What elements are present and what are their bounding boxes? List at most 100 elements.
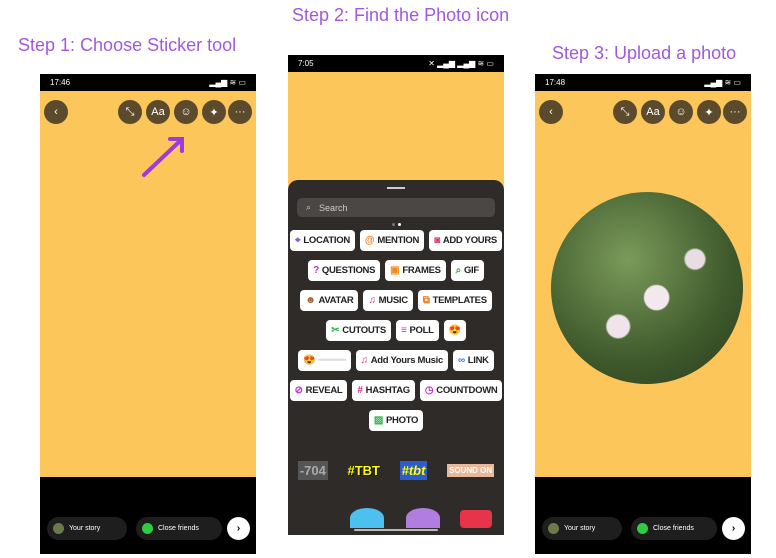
sticker-cutouts[interactable]: ✂ CUTOUTS (326, 320, 391, 341)
story-canvas[interactable]: ‹ ⤡ Aa ☺ ✦ ··· (535, 91, 751, 477)
home-indicator (354, 529, 438, 531)
templates-icon: ⧉ (422, 295, 430, 306)
sticker-photo[interactable]: ▨ PHOTO (368, 410, 424, 431)
sticker-label: HASHTAG (365, 385, 410, 396)
resize-button[interactable]: ⤡ (118, 100, 142, 124)
resize-button[interactable]: ⤡ (613, 100, 637, 124)
back-button[interactable]: ‹ (539, 100, 563, 124)
mention-icon: @ (364, 235, 375, 246)
status-icons: ▂▄▆ ≋ ▭ (209, 78, 246, 87)
sticker-countdown[interactable]: ◷ COUNTDOWN (419, 380, 503, 401)
your-story-label: Your story (564, 525, 596, 532)
countdown-icon: ◷ (424, 385, 434, 396)
status-time: 17:46 (50, 78, 71, 87)
sticker-label: QUESTIONS (321, 265, 376, 276)
star-icon (142, 523, 153, 534)
like-sticker[interactable] (460, 510, 492, 528)
sticker-row: 😍 ━━━━━ ♫ Add Yours Music ∞ LINK (296, 350, 496, 371)
step-2-caption: Step 2: Find the Photo icon (292, 5, 510, 25)
next-button[interactable]: › (227, 517, 250, 540)
text-button[interactable]: Aa (146, 100, 170, 124)
drag-handle[interactable] (387, 187, 405, 189)
sticker-reveal[interactable]: ⊘ REVEAL (289, 380, 348, 401)
heart-sticker[interactable] (350, 508, 384, 528)
sticker-label: ━━━━━ (318, 355, 346, 366)
more-button[interactable]: ··· (228, 100, 252, 124)
sticker-templates[interactable]: ⧉ TEMPLATES (417, 290, 492, 311)
sticker-questions[interactable]: ? QUESTIONS (308, 260, 381, 281)
sticker-location[interactable]: ⌖ LOCATION (290, 230, 355, 251)
sticker-label: FRAMES (402, 265, 441, 276)
sticker--[interactable]: 😍 ━━━━━ (298, 350, 351, 371)
story-avatar-icon (53, 523, 64, 534)
gallery-sticker[interactable]: -704 (297, 460, 328, 480)
close-friends-label: Close friends (158, 525, 199, 532)
sticker-button[interactable]: ☺ (174, 100, 198, 124)
--icon: 😍 (303, 355, 316, 366)
phone-screen-step-3: 17:48 ▂▄▆ ≋ ▭ ‹ ⤡ Aa ☺ ✦ ··· Your story C… (535, 74, 751, 554)
status-time: 17:48 (545, 78, 566, 87)
sticker-row: ▨ PHOTO (296, 410, 496, 431)
arrow-pointer-icon (142, 137, 184, 177)
back-button[interactable]: ‹ (44, 100, 68, 124)
effects-button[interactable]: ✦ (202, 100, 226, 124)
sticker-mention[interactable]: @ MENTION (359, 230, 425, 251)
phone-screen-step-1: 17:46 ▂▄▆ ≋ ▭ ‹ ⤡ Aa ☺ ✦ ··· Your story C… (40, 74, 256, 554)
more-button[interactable]: ··· (723, 100, 747, 124)
status-time: 7:05 (298, 59, 314, 68)
phone-screen-step-2: 7:05 ✕ ▂▄▆ ▂▄▆ ≋ ▭ ⌕ Search ⌖ LOCATION @ MENT… (288, 55, 504, 535)
step-1-caption: Step 1: Choose Sticker tool (18, 35, 237, 55)
sticker-poll[interactable]: ≡ POLL (395, 320, 439, 341)
effects-button[interactable]: ✦ (697, 100, 721, 124)
status-bar: 17:46 ▂▄▆ ≋ ▭ (40, 74, 256, 91)
sticker-music[interactable]: ♫ MUSIC (363, 290, 413, 311)
search-placeholder: Search (319, 202, 348, 213)
music-icon: ♫ (368, 295, 376, 306)
sticker-avatar[interactable]: ☻ AVATAR (300, 290, 359, 311)
sticker-label: AVATAR (318, 295, 354, 306)
story-canvas[interactable] (288, 72, 504, 192)
gallery-sticker[interactable]: #tbt (399, 460, 428, 480)
sticker-search-input[interactable]: ⌕ Search (297, 198, 495, 217)
heart-sticker[interactable] (406, 508, 440, 528)
status-icons: ▂▄▆ ≋ ▭ (704, 78, 741, 87)
sticker-gif[interactable]: ⌕ GIF (450, 260, 484, 281)
sticker-label: Add Yours Music (370, 355, 444, 366)
gif-icon: ⌕ (455, 265, 462, 276)
text-button[interactable]: Aa (641, 100, 665, 124)
sticker-label: MUSIC (378, 295, 408, 306)
sticker-frames[interactable]: ▣ FRAMES (385, 260, 446, 281)
your-story-button[interactable]: Your story (542, 517, 622, 540)
gif-gallery: -704 #TBT #tbt SOUND ON (288, 450, 504, 490)
poll-icon: ≡ (400, 325, 407, 336)
your-story-label: Your story (69, 525, 101, 532)
page-indicator (288, 223, 504, 226)
gallery-sticker[interactable]: #TBT (347, 463, 380, 478)
sticker-label: ADD YOURS (442, 235, 497, 246)
add-yours-icon: ◙ (434, 235, 440, 246)
sticker-add-yours[interactable]: ◙ ADD YOURS (429, 230, 502, 251)
sticker-link[interactable]: ∞ LINK (452, 350, 494, 371)
close-friends-button[interactable]: Close friends (136, 517, 222, 540)
link-icon: ∞ (457, 355, 465, 366)
gallery-sticker[interactable]: SOUND ON (447, 463, 495, 477)
your-story-button[interactable]: Your story (47, 517, 127, 540)
sticker-add-yours-music[interactable]: ♫ Add Yours Music (355, 350, 448, 371)
sticker-label: LINK (467, 355, 489, 366)
status-icons: ✕ ▂▄▆ ▂▄▆ ≋ ▭ (428, 59, 494, 68)
sticker-row: ✂ CUTOUTS ≡ POLL 😍 (296, 320, 496, 341)
close-friends-button[interactable]: Close friends (631, 517, 717, 540)
sticker-label: GIF (463, 265, 479, 276)
sticker-button[interactable]: ☺ (669, 100, 693, 124)
story-avatar-icon (548, 523, 559, 534)
photo-sticker[interactable] (551, 192, 743, 384)
sticker-hashtag[interactable]: # HASHTAG (352, 380, 415, 401)
sticker-label: LOCATION (303, 235, 350, 246)
emoji-icon: 😍 (448, 325, 461, 336)
sticker-emoji-reaction[interactable]: 😍 (443, 320, 466, 341)
next-button[interactable]: › (722, 517, 745, 540)
questions-icon: ? (313, 265, 319, 276)
search-icon: ⌕ (306, 202, 312, 212)
avatar-icon: ☻ (305, 295, 316, 306)
story-canvas[interactable]: ‹ ⤡ Aa ☺ ✦ ··· (40, 91, 256, 477)
